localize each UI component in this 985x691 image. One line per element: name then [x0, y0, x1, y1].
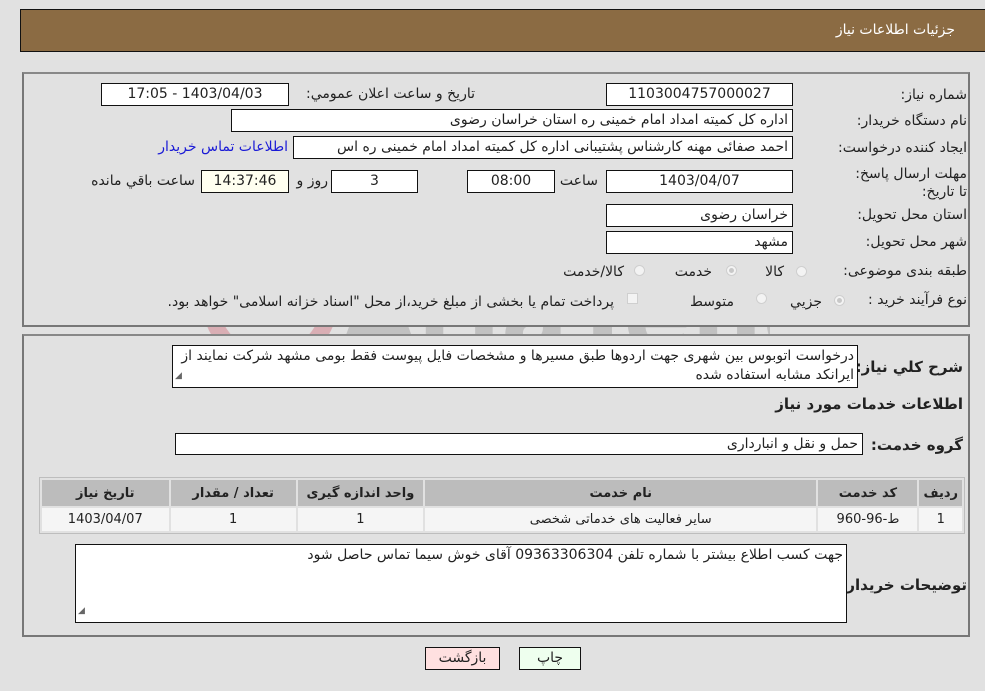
service-group-field: حمل و نقل و انبارداری [175, 433, 863, 455]
delivery-province-label: استان محل تحویل: [857, 207, 967, 223]
delivery-city-label: شهر محل تحویل: [865, 234, 967, 250]
category-goods-service-label: کالا/خدمت [563, 264, 624, 280]
category-service-label: خدمت [674, 264, 712, 280]
col-row-number: ردیف [919, 480, 962, 506]
category-goods-label: کالا [765, 264, 784, 280]
purchase-type-medium-radio[interactable] [756, 293, 767, 304]
need-number-field: 1103004757000027 [606, 83, 793, 106]
col-service-code: کد خدمت [818, 480, 918, 506]
table-row: 1 ط-96-960 سایر فعالیت های خدماتی شخصی 1… [42, 508, 962, 531]
cell-quantity: 1 [170, 508, 296, 531]
back-button[interactable]: بازگشت [425, 647, 500, 670]
table-header-row: ردیف کد خدمت نام خدمت واحد اندازه گیری ت… [42, 480, 962, 506]
category-label: طبقه بندی موضوعی: [843, 263, 967, 279]
purchase-type-label: نوع فرآیند خرید : [868, 292, 967, 308]
remaining-days-label: روز و [296, 173, 329, 189]
buyer-contact-link[interactable]: اطلاعات تماس خریدار [158, 139, 288, 155]
need-number-label: شماره نیاز: [900, 87, 968, 103]
requester-field: احمد صفائی مهنه کارشناس پشتیبانی اداره ک… [293, 136, 793, 159]
deadline-label: مهلت ارسال پاسخ: تا تاریخ: [855, 166, 967, 200]
services-table-wrapper: ردیف کد خدمت نام خدمت واحد اندازه گیری ت… [39, 477, 965, 534]
deadline-time-field: 08:00 [467, 170, 555, 193]
description-label: شرح کلي نیاز: [855, 358, 963, 376]
print-button[interactable]: چاپ [519, 647, 581, 670]
requester-label: ایجاد کننده درخواست: [838, 140, 967, 156]
category-service-radio[interactable] [726, 265, 737, 276]
delivery-province-field: خراسان رضوی [606, 204, 793, 227]
cell-service-name: سایر فعالیت های خدماتی شخصی [425, 508, 817, 531]
announce-datetime-label: تاریخ و ساعت اعلان عمومي: [306, 86, 475, 102]
cell-unit: 1 [297, 508, 424, 531]
purchase-type-minor-radio[interactable] [834, 295, 845, 306]
resize-grip-icon[interactable]: ◢ [78, 602, 85, 621]
delivery-city-field: مشهد [606, 231, 793, 254]
deadline-date-field: 1403/04/07 [606, 170, 793, 193]
treasury-checkbox[interactable] [627, 293, 638, 304]
remaining-time-label: ساعت باقي مانده [91, 173, 195, 189]
resize-grip-icon[interactable]: ◢ [175, 367, 182, 386]
services-heading: اطلاعات خدمات مورد نیاز [775, 395, 963, 413]
buyer-org-field: اداره کل کمیته امداد امام خمینی ره استان… [231, 109, 793, 132]
page-title: جزئیات اطلاعات نیاز [835, 22, 955, 38]
remaining-days-field: 3 [331, 170, 418, 193]
cell-row-number: 1 [919, 508, 962, 531]
page-header: جزئیات اطلاعات نیاز [20, 9, 985, 52]
service-group-label: گروه خدمت: [870, 436, 963, 454]
remaining-time-field: 14:37:46 [201, 170, 289, 193]
buyer-notes-textarea[interactable]: جهت کسب اطلاع بیشتر با شماره تلفن 093633… [75, 544, 847, 623]
col-need-date: تاریخ نیاز [42, 480, 169, 506]
description-textarea[interactable]: درخواست اتوبوس بین شهری جهت اردوها طبق م… [172, 345, 858, 388]
category-goods-radio[interactable] [796, 266, 807, 277]
description-text: درخواست اتوبوس بین شهری جهت اردوها طبق م… [181, 348, 854, 383]
treasury-note: پرداخت تمام یا بخشی از مبلغ خرید،از محل … [167, 294, 614, 310]
purchase-type-minor-label: جزیي [790, 294, 822, 310]
buyer-notes-label: توضیحات خریدار: [840, 576, 967, 594]
buyer-notes-text: جهت کسب اطلاع بیشتر با شماره تلفن 093633… [307, 547, 843, 563]
col-service-name: نام خدمت [425, 480, 817, 506]
col-unit: واحد اندازه گیری [297, 480, 424, 506]
col-quantity: تعداد / مقدار [170, 480, 296, 506]
cell-service-code: ط-96-960 [818, 508, 918, 531]
purchase-type-medium-label: متوسط [690, 294, 734, 310]
category-goods-service-radio[interactable] [634, 265, 645, 276]
buyer-org-label: نام دستگاه خریدار: [856, 113, 967, 129]
deadline-time-label: ساعت [559, 173, 598, 189]
announce-datetime-field: 1403/04/03 - 17:05 [101, 83, 289, 106]
cell-need-date: 1403/04/07 [42, 508, 169, 531]
services-table: ردیف کد خدمت نام خدمت واحد اندازه گیری ت… [39, 477, 965, 534]
